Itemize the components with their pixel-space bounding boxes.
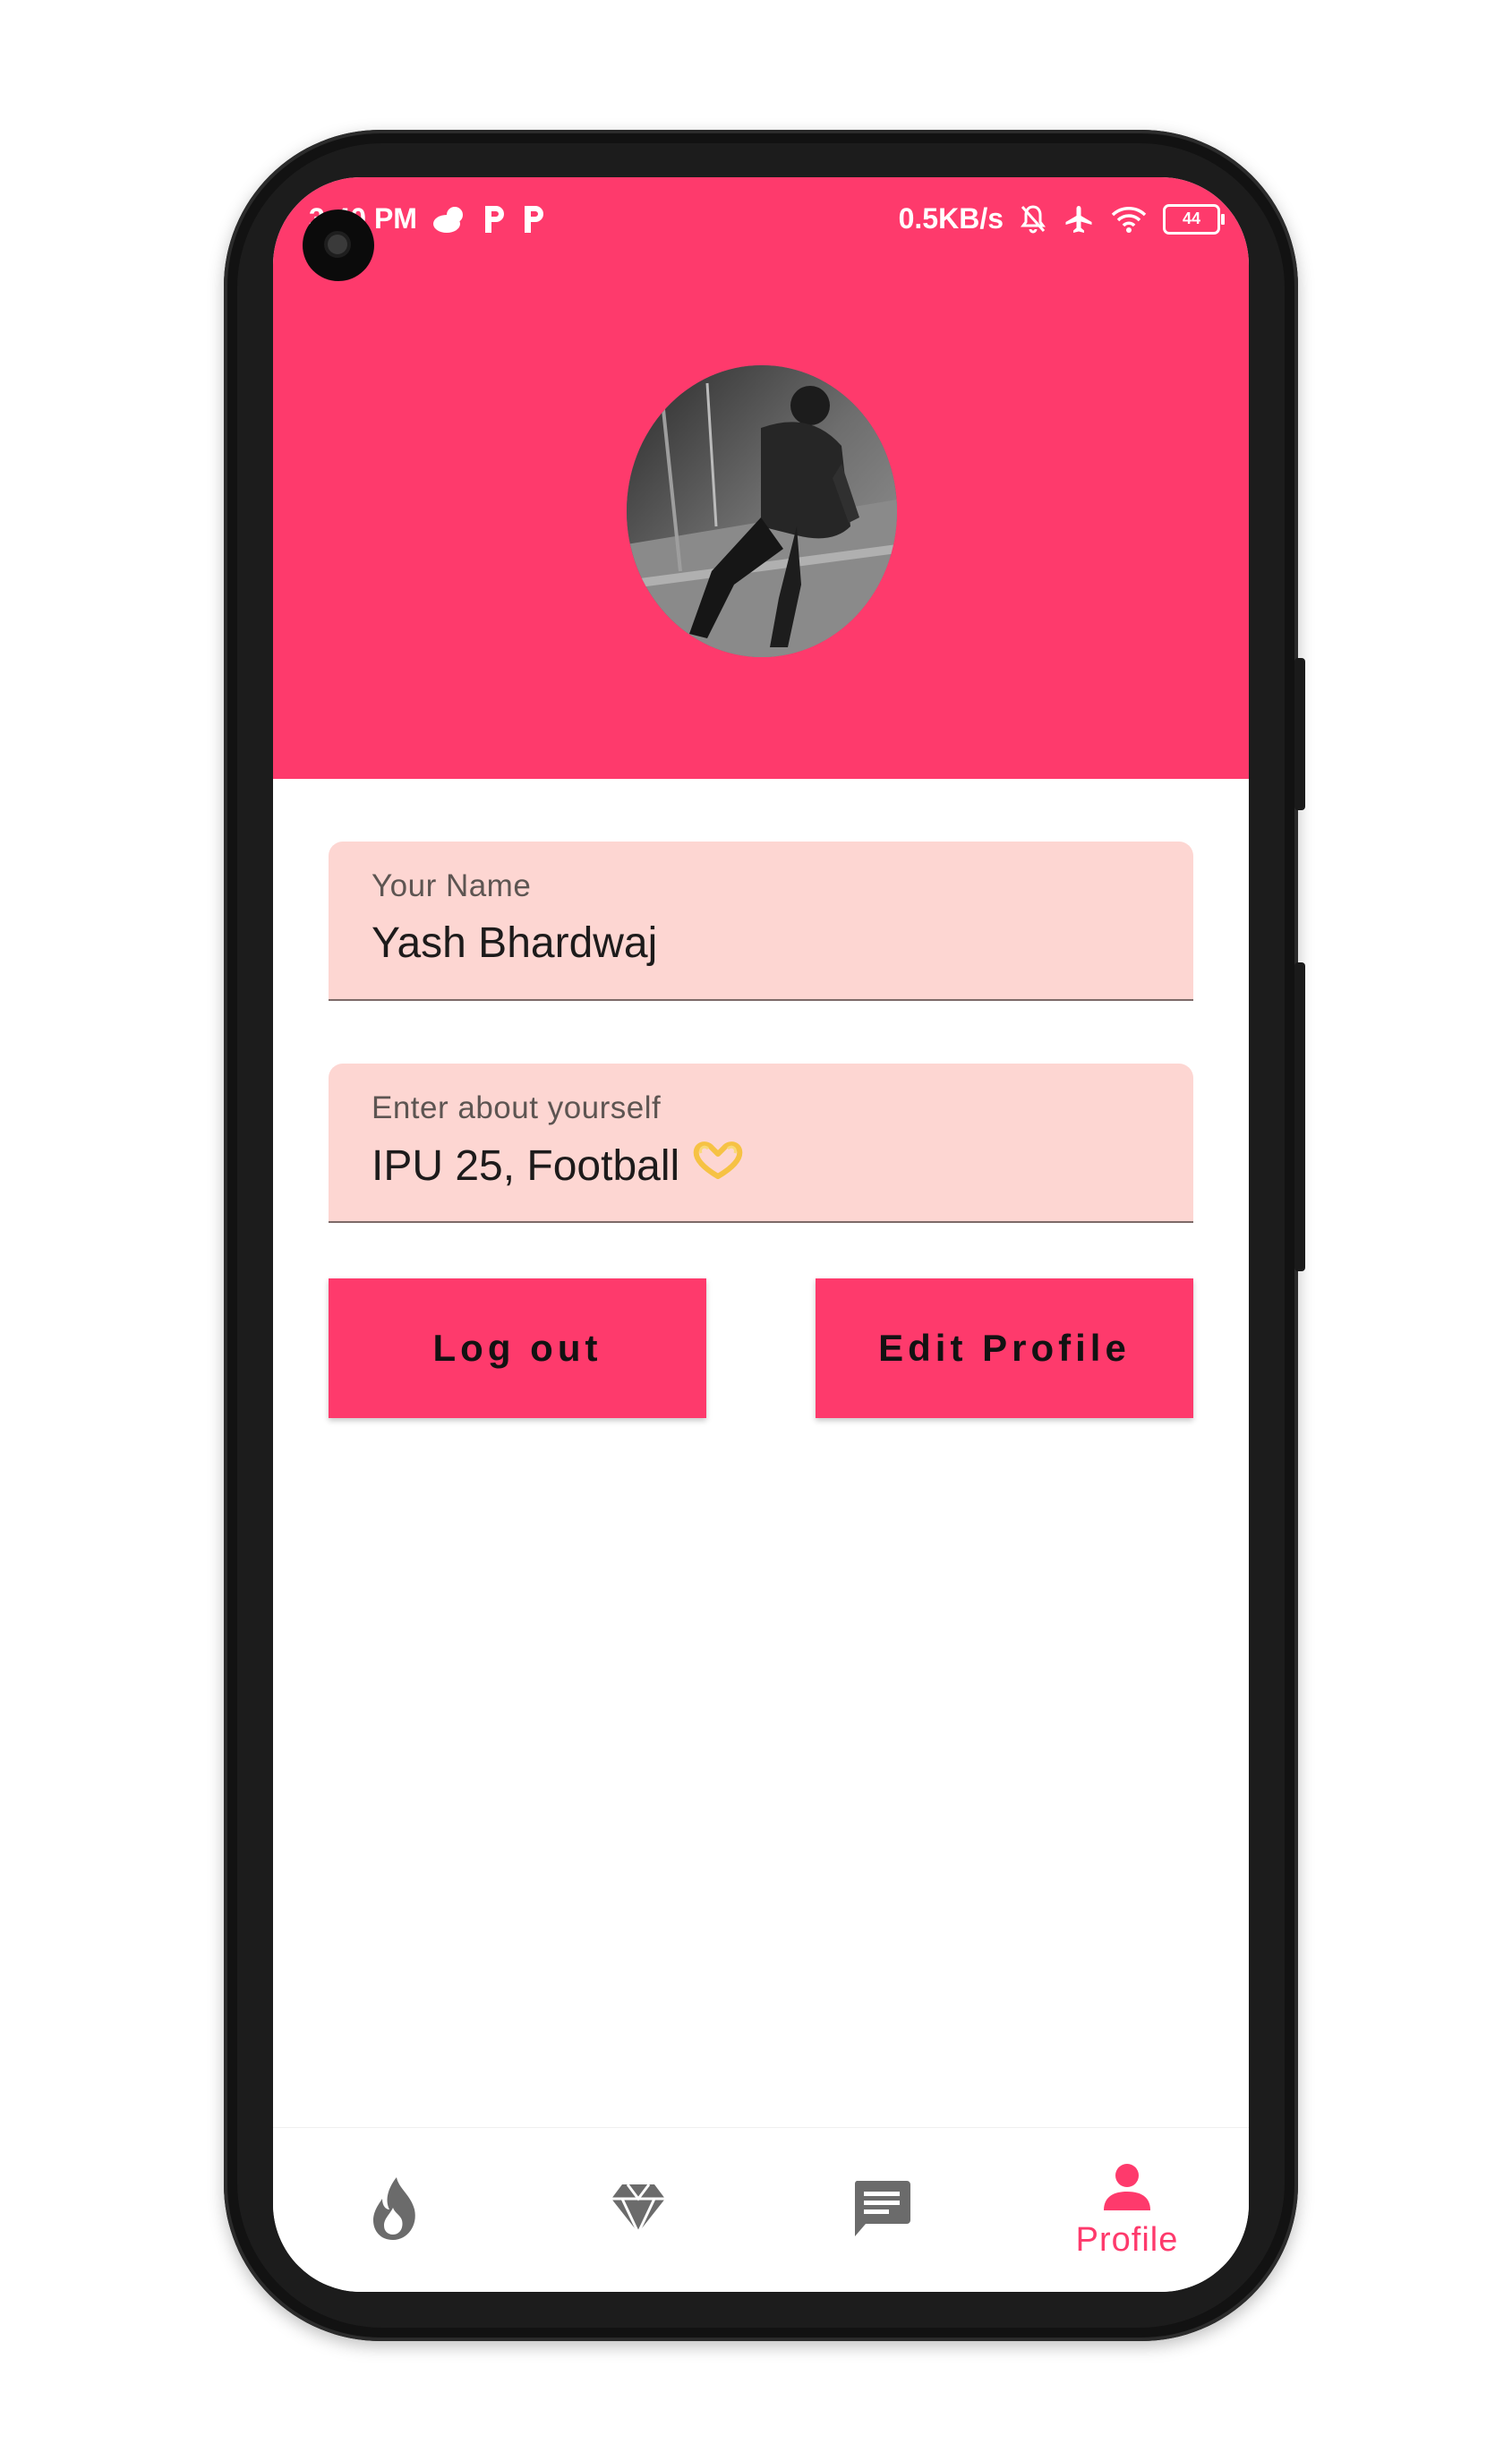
- name-field-label: Your Name: [372, 868, 532, 903]
- battery-icon: 44: [1163, 203, 1225, 235]
- page: 3:40 PM 0.5KB/s: [0, 0, 1512, 2453]
- name-field[interactable]: Your Name Yash Bhardwaj: [329, 842, 1193, 1001]
- front-camera: [303, 209, 374, 281]
- diamond-icon: [610, 2183, 667, 2238]
- heart-hands-emoji: [692, 1141, 744, 1191]
- nav-label-profile: Profile: [1075, 2220, 1179, 2259]
- notifications-off-icon: [1020, 204, 1046, 235]
- network-speed: 0.5KB/s: [898, 202, 1004, 235]
- p-app-icon: [482, 204, 507, 235]
- bottom-navigation: Profile: [273, 2127, 1249, 2292]
- name-text: Yash Bhardwaj: [372, 919, 658, 967]
- nav-item-discover[interactable]: [273, 2128, 517, 2292]
- volume-button: [1294, 962, 1305, 1271]
- weather-icon: [431, 205, 467, 234]
- edit-profile-button[interactable]: Edit Profile: [816, 1278, 1193, 1418]
- profile-header: 3:40 PM 0.5KB/s: [273, 177, 1249, 779]
- about-field-value[interactable]: IPU 25, Football: [372, 1141, 744, 1191]
- person-icon: [1102, 2162, 1152, 2216]
- about-field-label: Enter about yourself: [372, 1090, 662, 1125]
- nav-item-premium[interactable]: [517, 2128, 760, 2292]
- avatar-photo: [627, 365, 897, 657]
- flame-icon: [370, 2175, 420, 2245]
- profile-avatar[interactable]: [627, 365, 897, 657]
- chat-icon: [851, 2179, 912, 2242]
- nav-item-chats[interactable]: [760, 2128, 1004, 2292]
- about-text: IPU 25, Football: [372, 1141, 680, 1190]
- wifi-icon: [1111, 205, 1147, 234]
- status-bar: 3:40 PM 0.5KB/s: [273, 195, 1249, 249]
- logout-button[interactable]: Log out: [329, 1278, 706, 1418]
- airplane-icon: [1063, 204, 1095, 235]
- status-bar-right: 0.5KB/s 44: [898, 202, 1225, 235]
- app-screen: 3:40 PM 0.5KB/s: [273, 177, 1249, 2292]
- nav-item-profile[interactable]: Profile: [1005, 2128, 1249, 2292]
- p-app-icon-2: [521, 204, 546, 235]
- about-field[interactable]: Enter about yourself IPU 25, Football: [329, 1064, 1193, 1223]
- power-button: [1294, 658, 1305, 810]
- battery-level: 44: [1182, 209, 1201, 227]
- name-field-value[interactable]: Yash Bhardwaj: [372, 919, 657, 968]
